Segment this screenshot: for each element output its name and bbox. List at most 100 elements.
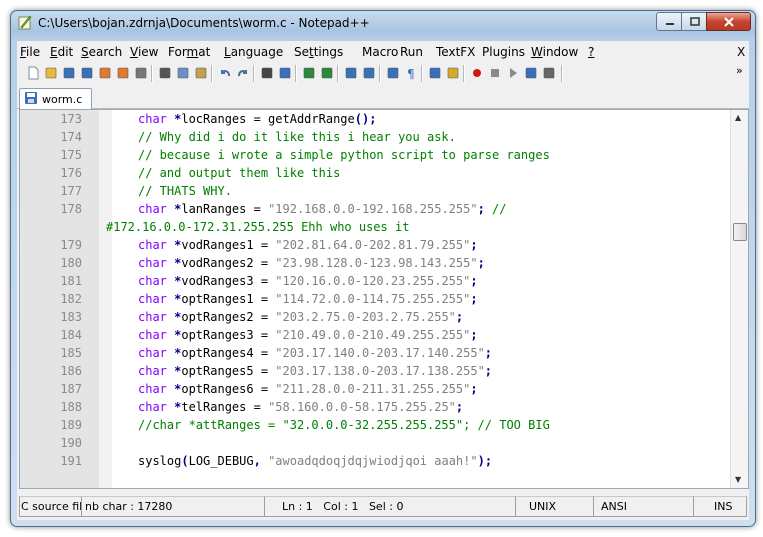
save-macro-button[interactable]	[541, 65, 557, 81]
zoom-in-button[interactable]	[301, 65, 317, 81]
redo-icon	[238, 70, 247, 77]
code-text: //char *attRanges = "32.0.0.0-32.255.255…	[138, 418, 550, 432]
scroll-down-icon[interactable]: ▼	[735, 475, 741, 484]
code-text: // Why did i do it like this i hear you …	[138, 130, 456, 144]
run-macro-multiple-button[interactable]	[523, 65, 539, 81]
menu-window[interactable]: Window	[531, 45, 578, 59]
new-file-icon	[28, 66, 39, 80]
code-area[interactable]: 173 char *locRanges = getAddrRange(); 174/…	[20, 110, 730, 488]
cut-icon	[159, 67, 171, 79]
close-button[interactable]	[706, 12, 751, 31]
run-macro-multiple-icon	[525, 67, 537, 79]
record-macro-icon	[473, 69, 481, 77]
record-macro-button[interactable]	[469, 65, 485, 81]
menu-close-document[interactable]: X	[737, 45, 745, 59]
new-file-button[interactable]	[25, 65, 41, 81]
identifier-token: optRanges3 =	[181, 328, 276, 342]
vertical-scrollbar[interactable]: ▲ ▼	[730, 110, 748, 488]
code-text: char *vodRanges3 = "120.16.0.0-120.23.25…	[138, 274, 478, 288]
scrollbar-thumb[interactable]	[733, 223, 747, 241]
maximize-icon	[689, 17, 700, 26]
code-line: 188 char *telRanges = "58.160.0.0-58.175.…	[20, 398, 730, 416]
keyword-token: char	[138, 310, 167, 324]
operator-token: ;	[477, 256, 485, 270]
line-number: 173	[60, 112, 82, 126]
stop-macro-button[interactable]	[487, 65, 503, 81]
identifier-token: optRanges5 =	[181, 364, 276, 378]
indent-guide-button[interactable]	[427, 65, 443, 81]
save-button[interactable]	[61, 65, 77, 81]
menu-macro[interactable]: Macro	[362, 45, 398, 59]
close-all-button[interactable]	[115, 65, 131, 81]
user-language-button[interactable]	[445, 65, 461, 81]
toolbar-overflow-button[interactable]: »	[736, 64, 743, 77]
find-button[interactable]	[259, 65, 275, 81]
line-number: 183	[60, 310, 82, 324]
status-bar: C source fil nb char : 17280 Ln : 1 Col …	[19, 496, 747, 517]
play-macro-button[interactable]	[505, 65, 521, 81]
close-file-button[interactable]	[97, 65, 113, 81]
menu-textfx[interactable]: TextFX	[436, 45, 475, 59]
minimize-button[interactable]	[656, 12, 683, 31]
line-number: 190	[60, 436, 82, 450]
toolbar-separator	[337, 65, 339, 82]
word-wrap-button[interactable]	[385, 65, 401, 81]
notepadpp-window: C:\Users\bojan.zdrnja\Documents\worm.c -…	[10, 10, 756, 527]
code-line: 180 char *vodRanges2 = "23.98.128.0-123.9…	[20, 254, 730, 272]
menu-format[interactable]: Format	[168, 45, 210, 59]
copy-icon	[177, 67, 189, 79]
comment-token: // THATS WHY.	[138, 184, 232, 198]
zoom-out-button[interactable]	[319, 65, 335, 81]
menu-plugins[interactable]: Plugins	[482, 45, 525, 59]
toolbar-separator	[211, 65, 213, 82]
code-text: char *vodRanges2 = "23.98.128.0-123.98.1…	[138, 256, 485, 270]
code-line: 183 char *optRanges2 = "203.2.75.0-203.2.…	[20, 308, 730, 326]
code-line: 181 char *vodRanges3 = "120.16.0.0-120.23…	[20, 272, 730, 290]
redo-button[interactable]	[235, 65, 251, 81]
maximize-button[interactable]	[681, 12, 708, 31]
sync-vertical-button[interactable]	[343, 65, 359, 81]
keyword-token: char	[138, 202, 167, 216]
string-token: "58.160.0.0-58.175.255.25"	[268, 400, 456, 414]
cut-button[interactable]	[157, 65, 173, 81]
copy-button[interactable]	[175, 65, 191, 81]
code-editor[interactable]: 173 char *locRanges = getAddrRange(); 174/…	[19, 109, 749, 489]
sync-horizontal-icon	[363, 67, 375, 79]
save-all-button[interactable]	[79, 65, 95, 81]
code-line: 175 // because i wrote a simple python sc…	[20, 146, 730, 164]
scroll-up-icon[interactable]: ▲	[735, 113, 741, 122]
replace-button[interactable]	[277, 65, 293, 81]
menu-search[interactable]: Search	[81, 45, 122, 59]
code-text: char *telRanges = "58.160.0.0-58.175.255…	[138, 400, 463, 414]
line-number: 175	[60, 148, 82, 162]
operator-token: ;	[470, 274, 478, 288]
line-number: 178	[60, 202, 82, 216]
paste-button[interactable]	[193, 65, 209, 81]
print-button[interactable]	[133, 65, 149, 81]
indent-guide-icon	[429, 67, 441, 79]
title-bar[interactable]: C:\Users\bojan.zdrnja\Documents\worm.c -…	[11, 11, 755, 35]
line-number: 179	[60, 238, 82, 252]
operator-token: (	[181, 454, 189, 468]
toolbar: ¶»	[17, 62, 749, 85]
identifier-token: locRanges = getAddrRange	[181, 112, 355, 126]
show-all-chars-button[interactable]: ¶	[403, 65, 419, 81]
menu-language[interactable]: Language	[224, 45, 283, 59]
menu-edit[interactable]: Edit	[50, 45, 73, 59]
menu-help[interactable]: ?	[588, 45, 594, 59]
operator-token: ;	[470, 292, 478, 306]
code-line: 187 char *optRanges6 = "211.28.0.0-211.31…	[20, 380, 730, 398]
toolbar-separator	[561, 65, 563, 82]
string-token: "202.81.64.0-202.81.79.255"	[275, 238, 471, 252]
keyword-token: char	[138, 292, 167, 306]
code-line: 179 char *vodRanges1 = "202.81.64.0-202.8…	[20, 236, 730, 254]
menu-file[interactable]: File	[20, 45, 40, 59]
identifier-token: vodRanges3 =	[181, 274, 276, 288]
tab-worm-c[interactable]: worm.c	[19, 88, 92, 109]
menu-settings[interactable]: Settings	[294, 45, 343, 59]
open-file-button[interactable]	[43, 65, 59, 81]
sync-horizontal-button[interactable]	[361, 65, 377, 81]
menu-view[interactable]: View	[130, 45, 158, 59]
menu-run[interactable]: Run	[400, 45, 423, 59]
undo-button[interactable]	[217, 65, 233, 81]
